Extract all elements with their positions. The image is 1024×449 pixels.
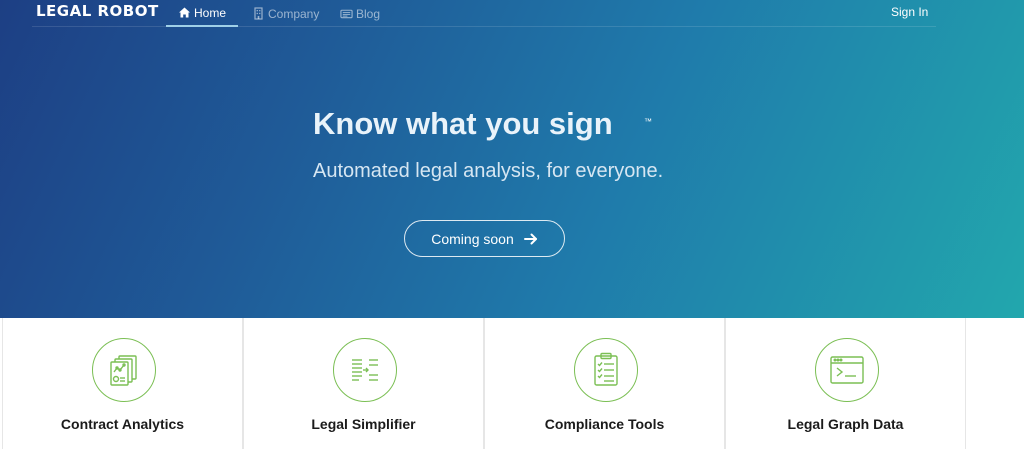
feature-contract-analytics[interactable]: Contract Analytics <box>2 318 243 449</box>
nav-home-label: Home <box>193 5 226 20</box>
feature-label: Legal Simplifier <box>311 416 416 432</box>
feature-compliance-tools[interactable]: Compliance Tools <box>484 318 725 449</box>
home-icon <box>178 6 191 19</box>
feature-legal-simplifier[interactable]: Legal Simplifier <box>243 318 484 449</box>
hero-title: Know what you sign <box>313 106 613 141</box>
arrow-right-icon <box>523 233 538 245</box>
brand-logo[interactable]: LEGAL ROBOT <box>36 2 159 20</box>
nav-company-label: Company <box>268 6 320 21</box>
nav-company[interactable]: Company <box>252 0 319 27</box>
coming-soon-label: Coming soon <box>431 230 514 247</box>
feature-label: Compliance Tools <box>544 416 665 432</box>
trademark-symbol: ™ <box>644 117 652 126</box>
hero-section: LEGAL ROBOT Home Company Blog Sign In Kn… <box>0 0 1024 318</box>
building-icon <box>252 7 265 20</box>
newspaper-icon <box>340 7 353 20</box>
contract-analytics-icon <box>92 338 156 402</box>
hero-subtitle: Automated legal analysis, for everyone. <box>313 160 664 182</box>
terminal-window-icon <box>815 338 879 402</box>
simplifier-icon <box>333 338 397 402</box>
clipboard-checklist-icon <box>574 338 638 402</box>
feature-legal-graph-data[interactable]: Legal Graph Data <box>725 318 966 449</box>
coming-soon-button[interactable]: Coming soon <box>404 220 565 257</box>
sign-in-link[interactable]: Sign In <box>891 0 928 24</box>
feature-label: Contract Analytics <box>60 416 185 432</box>
feature-label: Legal Graph Data <box>787 416 904 432</box>
features-section: Contract Analytics Legal Simplifier Comp… <box>0 318 1024 449</box>
nav-home[interactable]: Home <box>166 0 238 27</box>
top-navbar: LEGAL ROBOT Home Company Blog Sign In <box>32 0 936 27</box>
nav-blog[interactable]: Blog <box>340 0 380 27</box>
nav-blog-label: Blog <box>356 6 381 21</box>
